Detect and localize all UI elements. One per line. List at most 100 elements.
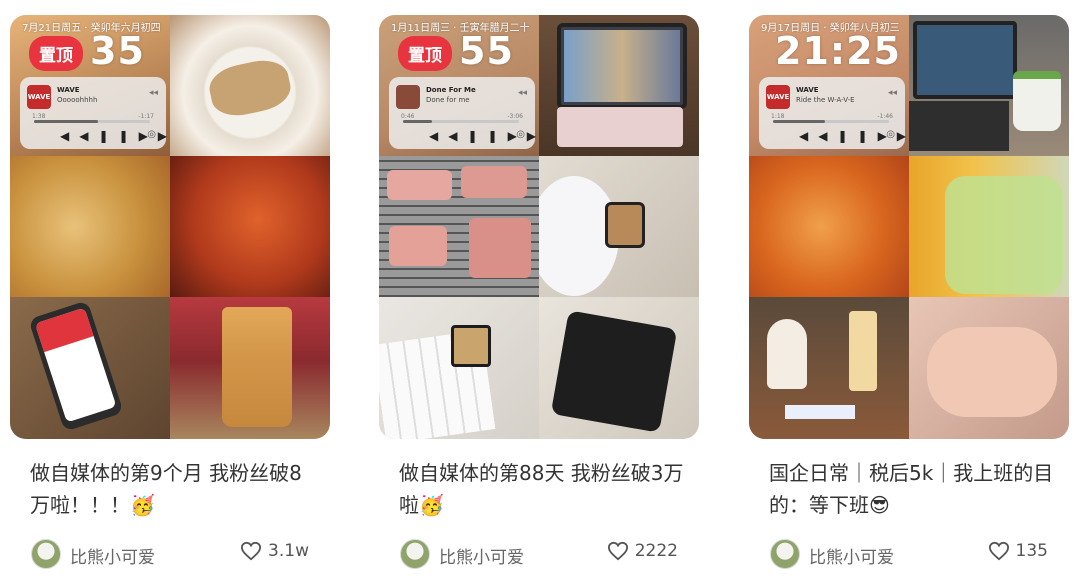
note-cover[interactable]: 1月11日周三 · 壬寅年腊月二十 55 Done For Me Done fo… bbox=[379, 15, 699, 439]
heart-icon bbox=[241, 541, 262, 561]
song-title: Done For Me bbox=[426, 86, 476, 94]
music-widget: WAVE WAVE Ride the W-A-V-E ◂◂ 1:18 -1:46… bbox=[759, 77, 906, 149]
food-shape bbox=[205, 55, 295, 121]
author-name[interactable]: 比熊小可爱 bbox=[439, 543, 524, 568]
photo-cell bbox=[539, 15, 699, 156]
photo-lockscreen: 7月21日周五 · 癸卯年六月初四 35 WAVE WAVE Ooooohhhh… bbox=[10, 15, 170, 156]
photo-cell bbox=[10, 297, 170, 439]
note-meta: 比熊小可爱 3.1w bbox=[10, 535, 330, 569]
laptop-keyboard-shape bbox=[909, 101, 1009, 151]
photo-lockscreen: 1月11日周三 · 壬寅年腊月二十 55 Done For Me Done fo… bbox=[379, 15, 539, 156]
note-meta: 比熊小可爱 2222 bbox=[379, 535, 699, 569]
avatar[interactable] bbox=[770, 539, 800, 569]
cup-shape bbox=[222, 307, 292, 427]
song-artist: Ride the W-A-V-E bbox=[796, 96, 855, 104]
keyboard-shape bbox=[557, 107, 683, 147]
note-card[interactable]: 7月21日周五 · 癸卯年六月初四 35 WAVE WAVE Ooooohhhh… bbox=[10, 15, 330, 569]
time-left: -1:46 bbox=[877, 113, 893, 120]
lockscreen-time: 55 bbox=[459, 29, 514, 73]
photo-cell bbox=[909, 15, 1069, 156]
like-count: 135 bbox=[1015, 541, 1048, 561]
photo-cell bbox=[10, 156, 170, 297]
food-shape bbox=[469, 218, 531, 278]
pouch-shape bbox=[550, 310, 678, 433]
photo-cell bbox=[749, 297, 909, 439]
note-title[interactable]: 做自媒体的第88天 我粉丝破3万啦🥳 bbox=[399, 457, 689, 521]
note-title[interactable]: 国企日常｜税后5k｜我上班的目的：等下班😎 bbox=[769, 457, 1059, 521]
author-name[interactable]: 比熊小可爱 bbox=[809, 543, 894, 568]
photo-lockscreen: 9月17日周日 · 癸卯年八月初三 21:25 WAVE WAVE Ride t… bbox=[749, 15, 909, 156]
progress-bar bbox=[773, 120, 889, 123]
lockscreen-time: 35 bbox=[90, 29, 145, 73]
lockscreen-time: 21:25 bbox=[775, 29, 901, 73]
author-name[interactable]: 比熊小可爱 bbox=[70, 543, 155, 568]
music-widget: Done For Me Done for me ◂◂ 0:46 -3:06 ◀◀… bbox=[389, 77, 536, 149]
note-meta: 比熊小可爱 135 bbox=[749, 535, 1069, 569]
music-widget: WAVE WAVE Ooooohhhh ◂◂ 1:38 -1:17 ◀◀❚❚▶▶… bbox=[20, 77, 167, 149]
progress-fill bbox=[773, 120, 826, 123]
laptop-screen-shape bbox=[913, 21, 1017, 99]
food-shape bbox=[461, 166, 527, 198]
packet-shape bbox=[785, 405, 855, 419]
volume-icon: ◂◂ bbox=[887, 88, 897, 98]
note-cover[interactable]: 7月21日周五 · 癸卯年六月初四 35 WAVE WAVE Ooooohhhh… bbox=[10, 15, 330, 439]
heart-icon bbox=[988, 541, 1009, 561]
time-left: -1:17 bbox=[138, 113, 154, 120]
photo-cell bbox=[170, 156, 330, 297]
heart-icon bbox=[607, 541, 628, 561]
time-elapsed: 0:46 bbox=[401, 113, 415, 120]
note-title[interactable]: 做自媒体的第9个月 我粉丝破8万啦！！！🥳 bbox=[30, 457, 320, 521]
like-count: 2222 bbox=[634, 541, 678, 561]
album-art: WAVE bbox=[766, 85, 790, 109]
mug-shape bbox=[1013, 71, 1061, 131]
photo-cell bbox=[749, 156, 909, 297]
note-card[interactable]: 9月17日周日 · 癸卯年八月初三 21:25 WAVE WAVE Ride t… bbox=[749, 15, 1069, 569]
photo-cell bbox=[170, 15, 330, 156]
song-title: WAVE bbox=[57, 86, 80, 94]
like-button[interactable]: 135 bbox=[988, 541, 1048, 561]
photo-cell bbox=[170, 297, 330, 439]
time-elapsed: 1:38 bbox=[32, 113, 46, 120]
like-button[interactable]: 2222 bbox=[607, 541, 678, 561]
airplay-icon: ◎ bbox=[147, 129, 156, 140]
photo-cell bbox=[539, 156, 699, 297]
song-artist: Ooooohhhh bbox=[57, 96, 98, 104]
progress-bar bbox=[403, 120, 519, 123]
note-card[interactable]: 1月11日周三 · 壬寅年腊月二十 55 Done For Me Done fo… bbox=[379, 15, 699, 569]
time-left: -3:06 bbox=[507, 113, 523, 120]
tablet-shape bbox=[557, 23, 687, 109]
progress-fill bbox=[34, 120, 98, 123]
album-art bbox=[396, 85, 420, 109]
like-button[interactable]: 3.1w bbox=[240, 541, 309, 561]
watch-shape bbox=[451, 325, 491, 367]
progress-bar bbox=[34, 120, 150, 123]
song-artist: Done for me bbox=[426, 96, 470, 104]
phone-shape bbox=[28, 300, 124, 432]
pinned-badge: 置顶 bbox=[398, 36, 452, 71]
airplay-icon: ◎ bbox=[516, 129, 525, 140]
photo-cell bbox=[909, 156, 1069, 297]
volume-icon: ◂◂ bbox=[517, 88, 527, 98]
photo-cell bbox=[379, 297, 539, 439]
pinned-badge: 置顶 bbox=[29, 36, 83, 71]
progress-fill bbox=[403, 120, 432, 123]
photo-cell bbox=[539, 297, 699, 439]
photo-cell bbox=[379, 156, 539, 297]
bottle-shape bbox=[849, 311, 877, 391]
avatar[interactable] bbox=[31, 539, 61, 569]
time-elapsed: 1:18 bbox=[771, 113, 785, 120]
watch-shape bbox=[605, 202, 645, 248]
avatar[interactable] bbox=[400, 539, 430, 569]
like-count: 3.1w bbox=[268, 541, 309, 561]
drink-shape bbox=[945, 176, 1063, 294]
volume-icon: ◂◂ bbox=[148, 88, 158, 98]
food-shape bbox=[387, 170, 452, 200]
photo-cell bbox=[909, 297, 1069, 439]
hand-shape bbox=[927, 327, 1057, 417]
album-art: WAVE bbox=[27, 85, 51, 109]
food-shape bbox=[389, 226, 447, 266]
fan-shape bbox=[767, 319, 807, 389]
song-title: WAVE bbox=[796, 86, 819, 94]
note-cover[interactable]: 9月17日周日 · 癸卯年八月初三 21:25 WAVE WAVE Ride t… bbox=[749, 15, 1069, 439]
airplay-icon: ◎ bbox=[886, 129, 895, 140]
